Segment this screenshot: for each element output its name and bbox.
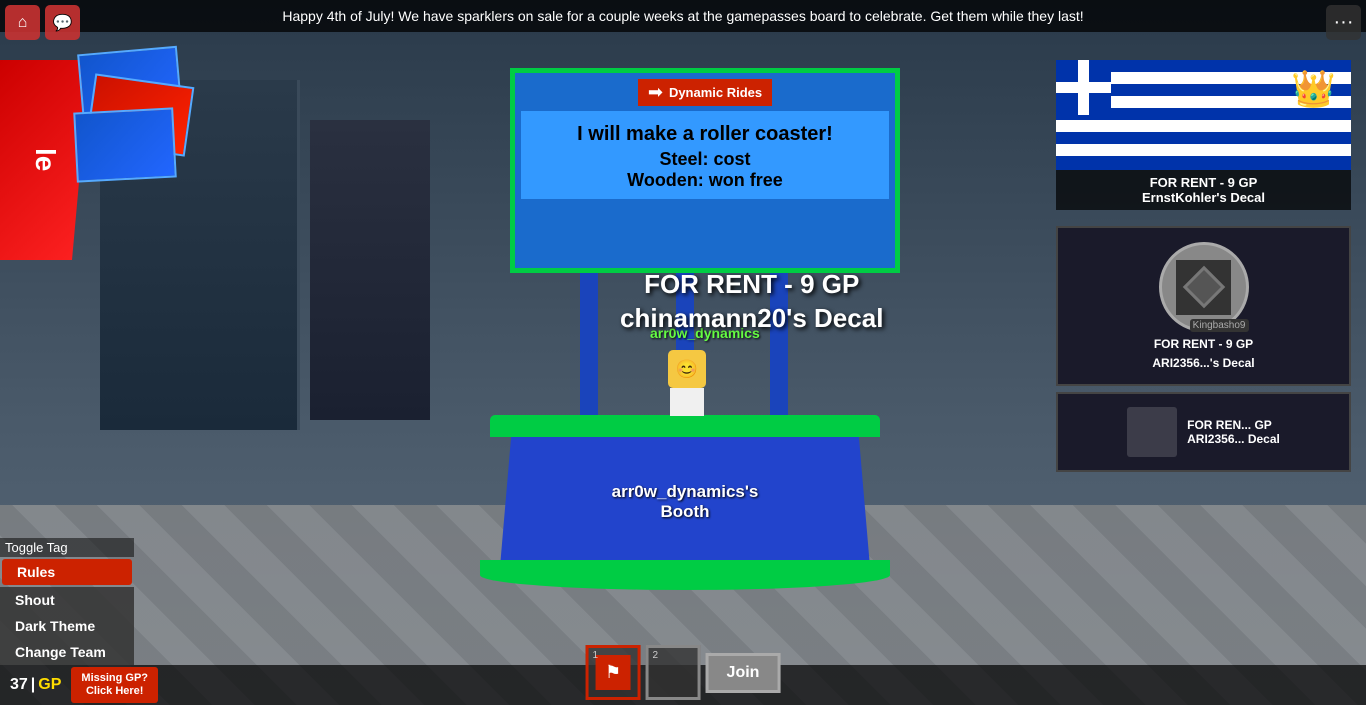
more-menu-button[interactable]: ··· [1326, 5, 1361, 40]
crown-icon: 👑 [1291, 68, 1336, 110]
booth-name-line1: arr0w_dynamics's [612, 482, 759, 502]
sign-line3: Wooden: won free [529, 170, 881, 191]
rent-card-2: Kingbasho9 FOR RENT - 9 GP ARI2356...'s … [1056, 226, 1351, 386]
game-viewport: le Happy 4th of July! We have sparklers … [0, 0, 1366, 705]
flag-greece: 👑 [1056, 60, 1351, 170]
announcement-text: Happy 4th of July! We have sparklers on … [282, 8, 1083, 24]
char-head: 😊 [668, 350, 706, 388]
roblox-logo-icon [1176, 260, 1231, 315]
slot-2-num: 2 [653, 650, 659, 661]
toggle-tag-label: Toggle Tag [0, 538, 134, 557]
change-team-button[interactable]: Change Team [0, 639, 134, 665]
right-cards-panel: 👑 FOR RENT - 9 GP ErnstKohler's Decal Ki… [1056, 60, 1366, 472]
bg-building-mid [310, 120, 430, 420]
booth-name-line2: Booth [660, 502, 709, 522]
card-2-username: Kingbasho9 [1190, 319, 1249, 332]
slot-1-num: 1 [593, 650, 599, 661]
rent-card-3-line1: FOR REN... GP [1187, 418, 1280, 432]
top-left-icons: ⌂ 💬 [5, 5, 80, 40]
character: 😊 [668, 350, 706, 416]
dark-theme-button[interactable]: Dark Theme [0, 613, 134, 639]
sign-board: ➡ Dynamic Rides I will make a roller coa… [510, 68, 900, 273]
sign-text-container: I will make a roller coaster! Steel: cos… [521, 111, 889, 199]
rent-card-1: 👑 FOR RENT - 9 GP ErnstKohler's Decal [1056, 60, 1351, 220]
for-rent-line1: FOR RENT - 9 GP [620, 268, 883, 302]
shout-button[interactable]: Shout [0, 587, 134, 613]
top-right-menu: ··· [1326, 5, 1361, 40]
join-button[interactable]: Join [706, 653, 781, 693]
rent-card-3-text: FOR REN... GP ARI2356... Decal [1187, 418, 1280, 446]
gp-amount: 37 [10, 676, 28, 694]
desk-top [490, 415, 880, 437]
rent-card-3: FOR REN... GP ARI2356... Decal [1056, 392, 1351, 472]
announcement-bar: Happy 4th of July! We have sparklers on … [0, 0, 1366, 32]
gp-display: 37 | GP [0, 676, 71, 694]
chat-button[interactable]: 💬 [45, 5, 80, 40]
rent-card-2-line2: ARI2356...'s Decal [1152, 356, 1254, 370]
rent-card-1-inner: 👑 FOR RENT - 9 GP ErnstKohler's Decal [1056, 60, 1351, 220]
char-body [670, 388, 704, 416]
gp-label: GP [38, 676, 61, 694]
rent-card-1-line2: ErnstKohler's Decal [1061, 190, 1346, 205]
sign-line1: I will make a roller coaster! [529, 119, 881, 149]
sign-line2: Steel: cost [529, 149, 881, 170]
desk-bottom [480, 560, 890, 590]
left-menu: Toggle Tag Rules Shout Dark Theme Change… [0, 538, 134, 665]
for-rent-line2: chinamann20's Decal [620, 302, 883, 336]
home-button[interactable]: ⌂ [5, 5, 40, 40]
missing-gp-line1: Missing GP? [81, 672, 148, 684]
slot-1-icon: ⚑ [596, 655, 631, 690]
team-selector: 1 ⚑ 2 Join [586, 645, 781, 700]
card-2-icon: Kingbasho9 [1159, 242, 1249, 332]
team-slot-2[interactable]: 2 [646, 645, 701, 700]
desk-body: arr0w_dynamics's Booth [500, 437, 870, 567]
rent-card-1-text: FOR RENT - 9 GP ErnstKohler's Decal [1056, 170, 1351, 210]
card-3-thumb [1127, 407, 1177, 457]
arrow-icon: ➡ [648, 82, 663, 103]
for-rent-text: FOR RENT - 9 GP chinamann20's Decal [620, 268, 883, 336]
missing-gp-button[interactable]: Missing GP? Click Here! [71, 667, 158, 703]
decorative-cards [70, 50, 190, 140]
flag-cross-square [1056, 60, 1111, 115]
rent-card-2-inner: Kingbasho9 FOR RENT - 9 GP ARI2356...'s … [1056, 226, 1351, 386]
rent-card-1-line1: FOR RENT - 9 GP [1061, 175, 1346, 190]
sign-logo: Dynamic Rides [669, 85, 762, 100]
team-slot-1[interactable]: 1 ⚑ [586, 645, 641, 700]
rent-card-2-line1: FOR RENT - 9 GP [1154, 337, 1253, 351]
sign-logo-container: ➡ Dynamic Rides [638, 79, 772, 106]
rules-button[interactable]: Rules [2, 559, 132, 585]
rent-card-3-line2: ARI2356... Decal [1187, 432, 1280, 446]
left-banner-text: le [29, 148, 61, 171]
missing-gp-line2: Click Here! [86, 685, 143, 697]
